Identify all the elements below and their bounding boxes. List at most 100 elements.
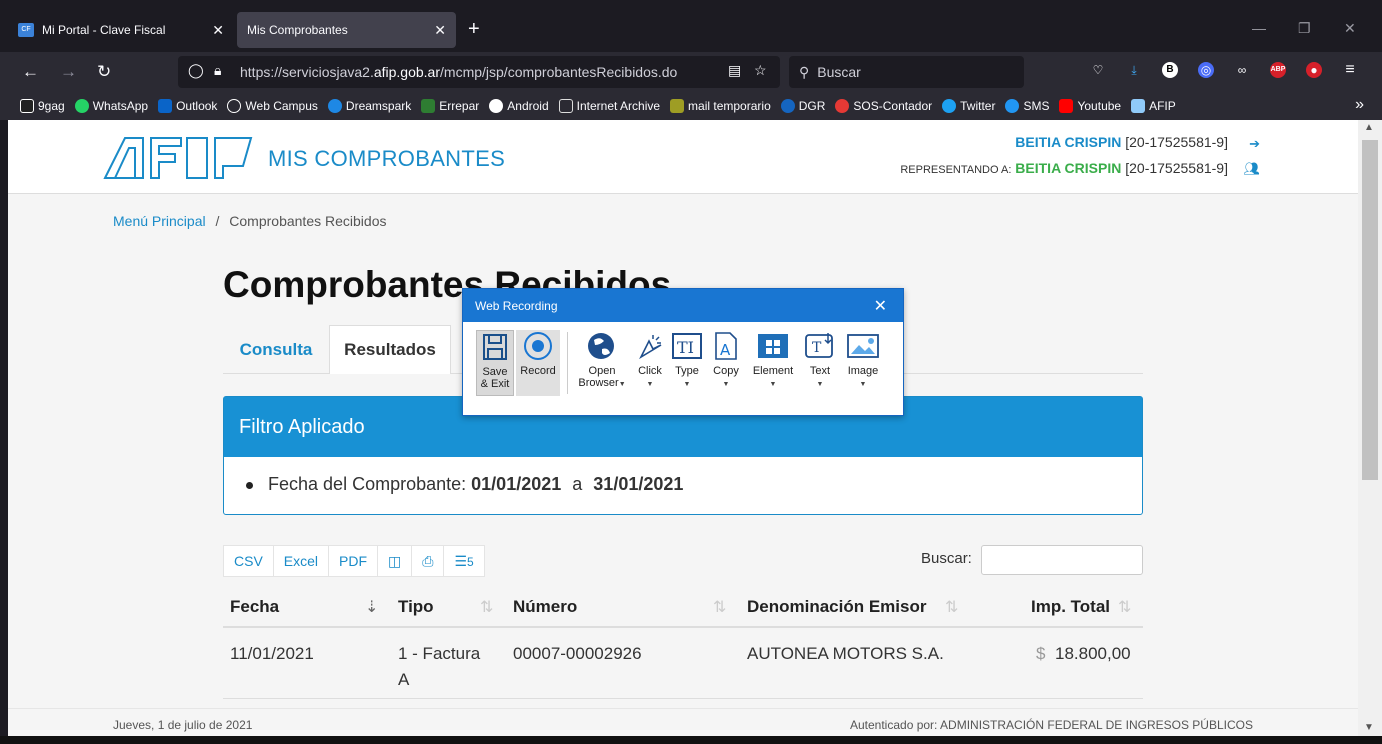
col-header-fecha[interactable]: Fecha [230,597,279,617]
bookmark-9gag[interactable]: 9gag [20,99,65,113]
user-name[interactable]: BEITIA CRISPIN [1015,134,1121,150]
image-button[interactable]: Image ▼ [844,330,882,391]
dropdown-arrow-icon: ▼ [646,381,654,388]
menu-hamburger-icon[interactable]: ≡ [1342,62,1358,78]
cell-emisor: AUTONEA MOTORS S.A. [747,644,944,663]
bookmark-star-icon[interactable]: ☆ [754,62,767,79]
col-header-denominacion[interactable]: Denominación Emisor [747,597,926,617]
back-icon[interactable]: ← [22,62,39,82]
element-button[interactable]: Element ▼ [750,330,796,391]
bookmark-android[interactable]: Android [489,99,549,113]
pocket-icon[interactable]: ♡ [1090,62,1106,78]
sort-desc-icon[interactable]: ⇣ [365,597,378,617]
breadcrumb-home-link[interactable]: Menú Principal [113,213,206,229]
close-tab-icon[interactable]: ✕ [434,22,446,39]
tracking-shield-icon[interactable]: ◯ [188,62,204,79]
web-page: MIS COMPROBANTES BEITIA CRISPIN [20-1752… [8,120,1358,744]
tab-consulta[interactable]: Consulta [223,325,329,374]
bookmark-afip[interactable]: AFIP [1131,99,1176,113]
bookmark-dgr[interactable]: DGR [780,99,825,113]
click-button[interactable]: Click ▼ [633,330,667,391]
search-bar[interactable]: ⚲ Buscar [789,56,1024,88]
youtube-icon [1059,99,1074,113]
reader-view-icon[interactable]: ▤ [728,62,741,79]
col-header-numero[interactable]: Número [513,597,577,617]
sort-icon[interactable]: ⇅ [480,597,493,617]
forward-icon[interactable]: → [60,62,77,82]
copy-document-icon: A [708,330,744,362]
search-placeholder: Buscar [817,64,861,80]
sort-icon[interactable]: ⇅ [1118,597,1131,617]
pdf-button[interactable]: PDF [329,546,379,576]
scroll-down-icon[interactable]: ▼ [1364,722,1374,733]
tab-label: Mi Portal - Clave Fiscal [42,23,166,37]
adblock-plus-icon[interactable]: ABP [1270,62,1286,78]
extension-b-icon[interactable]: B [1162,62,1178,78]
user-cuit: [20-17525581-9] [1125,134,1228,150]
bookmark-mail-temporario[interactable]: mail temporario [670,99,771,113]
cell-tipo: 1 - Factura A [398,641,480,693]
scrollbar-thumb[interactable] [1362,140,1378,480]
dropdown-arrow-icon: ▼ [618,381,626,388]
open-browser-button[interactable]: Open Browser▼ [576,330,628,391]
user-info: BEITIA CRISPIN [20-17525581-9] [1015,134,1228,150]
print-icon[interactable]: ⎙ [412,546,445,576]
list-icon: ☰ [454,553,468,569]
csv-button[interactable]: CSV [224,546,274,576]
lock-icon[interactable]: 🔒︎ [214,62,221,79]
search-icon: ⚲ [799,63,810,80]
ublock-icon[interactable]: ● [1306,62,1322,78]
download-icon[interactable]: ⤓ [1126,62,1142,78]
bookmark-web-campus[interactable]: Web Campus [227,99,318,113]
close-tab-icon[interactable]: ✕ [212,22,224,39]
cell-fecha: 11/01/2021 [230,644,314,663]
save-exit-button[interactable]: Save & Exit [476,330,514,396]
bookmark-whatsapp[interactable]: WhatsApp [74,99,148,113]
url-bar[interactable]: https://serviciosjava2. afip.gob.ar/mcmp/… [178,56,780,88]
table-search-input[interactable] [981,545,1143,575]
toolbar-separator [567,332,568,394]
scroll-up-icon[interactable]: ▲ [1364,122,1374,133]
extension-glasses-icon[interactable]: ∞ [1234,62,1250,78]
tab-resultados[interactable]: Resultados [329,325,451,374]
bookmark-youtube[interactable]: Youtube [1059,99,1121,113]
tab-mis-comprobantes[interactable]: Mis Comprobantes ✕ [237,12,456,48]
tab-mi-portal[interactable]: CF Mi Portal - Clave Fiscal ✕ [8,12,234,48]
copy-button[interactable]: A Copy ▼ [708,330,744,391]
more-bookmarks-icon[interactable]: » [1355,96,1364,114]
excel-button[interactable]: Excel [274,546,330,576]
window-close-icon[interactable]: ✕ [1344,20,1356,37]
bookmark-dreamspark[interactable]: Dreamspark [327,99,411,113]
record-button[interactable]: Record [516,330,560,396]
restore-icon[interactable]: ❐ [1298,20,1311,37]
page-scrollbar[interactable]: ▲ ▼ [1358,120,1382,744]
footer-date: Jueves, 1 de julio de 2021 [113,718,253,732]
bookmark-internet-archive[interactable]: Internet Archive [558,99,660,113]
rows-per-page-button[interactable]: ☰5 [444,546,483,576]
dreamspark-icon [327,99,342,113]
text-button[interactable]: T Text ▼ [802,330,838,391]
new-tab-icon[interactable]: + [468,18,480,41]
bookmark-sos-contador[interactable]: SOS-Contador [835,99,932,113]
represented-name[interactable]: BEITIA CRISPIN [1015,160,1121,176]
table-header-divider [223,626,1143,628]
type-button[interactable]: TI Type ▼ [670,330,704,391]
bookmark-errepar[interactable]: Errepar [421,99,479,113]
bookmark-outlook[interactable]: Outlook [158,99,217,113]
columns-icon[interactable]: ◫ [378,546,413,576]
col-header-imp-total[interactable]: Imp. Total [1031,597,1110,617]
sort-icon[interactable]: ⇅ [945,597,958,617]
clave-fiscal-favicon-icon: CF [18,23,34,37]
col-header-tipo[interactable]: Tipo [398,597,434,617]
minimize-icon[interactable]: — [1252,20,1266,36]
record-icon [516,330,560,362]
bookmark-twitter[interactable]: Twitter [942,99,995,113]
users-icon[interactable]: 👥︎ [1243,161,1260,177]
reload-icon[interactable]: ↻ [97,62,111,82]
extension-privacy-icon[interactable]: ◎ [1198,62,1214,78]
bookmark-sms[interactable]: SMS [1005,99,1049,113]
sort-icon[interactable]: ⇅ [713,597,726,617]
close-icon[interactable]: ✕ [874,296,887,316]
logout-icon[interactable]: ➔ [1249,136,1260,152]
cell-tipo-line2: A [398,670,410,689]
